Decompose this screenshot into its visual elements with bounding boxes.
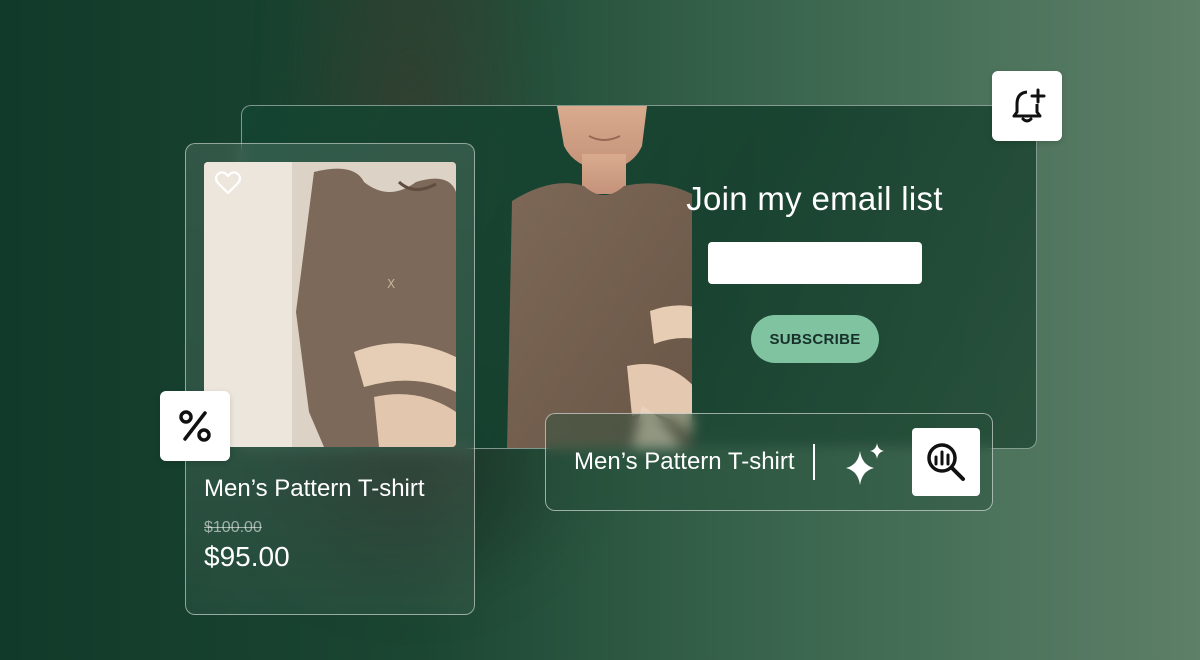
- product-price: $95.00: [204, 541, 290, 572]
- sparkle-icon[interactable]: [842, 441, 890, 487]
- search-analytics-icon: [927, 443, 965, 481]
- product-image: X: [204, 162, 456, 447]
- email-field[interactable]: [708, 242, 922, 284]
- text-caret: [813, 444, 815, 480]
- search-button[interactable]: [912, 428, 980, 496]
- svg-text:X: X: [387, 277, 395, 291]
- product-card[interactable]: X Men’s Pattern T-shirt $100.00 $95.00: [185, 143, 475, 615]
- product-tshirt-illustration: X: [204, 162, 456, 447]
- product-name: Men’s Pattern T-shirt: [204, 475, 425, 502]
- product-old-price: $100.00: [204, 519, 262, 536]
- subscribe-button[interactable]: SUBSCRIBE: [751, 315, 879, 363]
- percent-icon: [179, 410, 211, 442]
- heart-icon[interactable]: [214, 170, 242, 196]
- discount-badge[interactable]: [160, 391, 230, 461]
- bell-plus-icon: [1012, 88, 1046, 123]
- search-bar[interactable]: Men’s Pattern T-shirt: [545, 413, 993, 511]
- search-input[interactable]: Men’s Pattern T-shirt: [574, 448, 795, 476]
- email-signup-title: Join my email list: [686, 180, 943, 217]
- notification-button[interactable]: [992, 71, 1062, 141]
